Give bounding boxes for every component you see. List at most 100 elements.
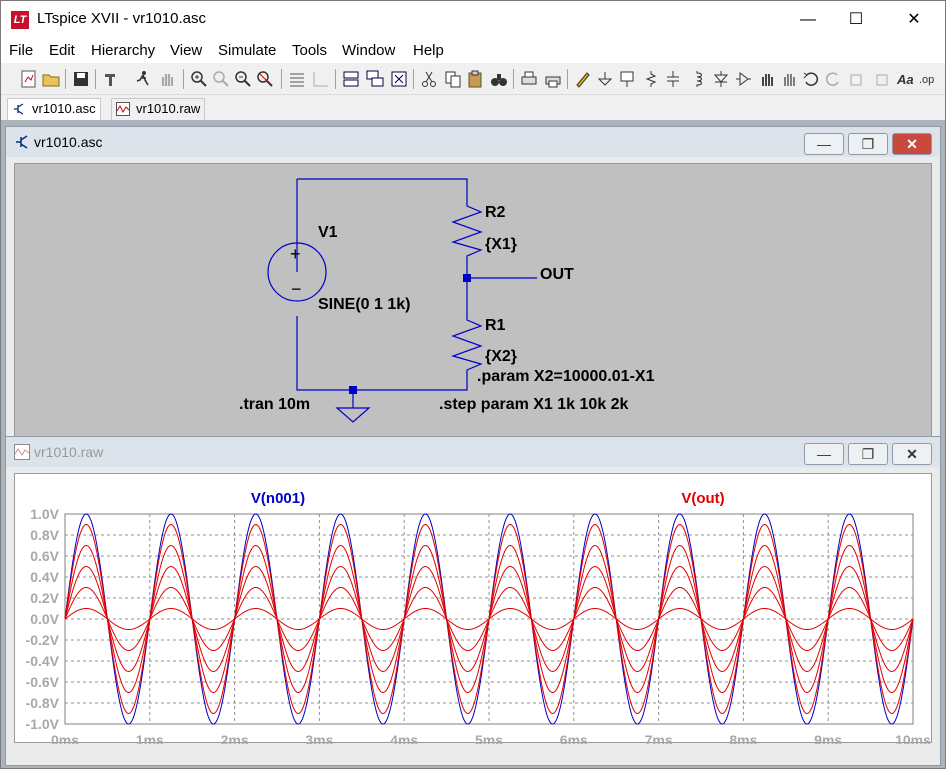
y-tick-label: -0.2V bbox=[26, 632, 60, 648]
autorange-icon[interactable] bbox=[287, 69, 307, 89]
waveform-plot[interactable]: 1.0V 0.8V 0.6V 0.4V 0.2V 0.0V -0.2V -0.4V -0.6V -… bbox=[14, 473, 932, 748]
child-minimize-button[interactable]: — bbox=[804, 133, 844, 155]
minimize-button[interactable]: — bbox=[785, 1, 831, 39]
trace-label-vin: V(n001) bbox=[251, 490, 305, 507]
step-directive[interactable]: .step param X1 1k 10k 2k bbox=[439, 396, 628, 414]
svg-text:.op: .op bbox=[919, 74, 934, 86]
schematic-icon bbox=[16, 135, 28, 149]
toolbar: Aa .op bbox=[1, 63, 945, 95]
rotate-icon[interactable] bbox=[847, 69, 867, 89]
junction-dot bbox=[463, 274, 471, 282]
menu-simulate[interactable]: Simulate bbox=[218, 42, 276, 59]
draw-wire-pencil-icon[interactable] bbox=[573, 69, 593, 89]
redo-icon[interactable] bbox=[823, 69, 843, 89]
text-icon[interactable]: Aa bbox=[895, 69, 915, 89]
child-restore-button[interactable]: ❐ bbox=[848, 443, 888, 465]
close-all-icon[interactable] bbox=[389, 69, 409, 89]
menu-window[interactable]: Window bbox=[342, 42, 395, 59]
r1-value[interactable]: {X2} bbox=[485, 348, 517, 366]
x-tick-label: 10ms bbox=[895, 732, 931, 744]
new-schematic-icon[interactable] bbox=[19, 69, 39, 89]
schematic-canvas[interactable]: + − V1 SINE(0 1 1k) R2 {X1} OUT R1 {X2} … bbox=[14, 163, 932, 441]
child-minimize-button[interactable]: — bbox=[804, 443, 844, 465]
schematic-titlebar: vr1010.asc — ❐ ✕ bbox=[6, 127, 940, 157]
v1-value[interactable]: SINE(0 1 1k) bbox=[318, 296, 410, 314]
toolbar-separator bbox=[65, 69, 66, 89]
label-net-icon[interactable] bbox=[617, 69, 637, 89]
capacitor-icon[interactable] bbox=[663, 69, 683, 89]
toolbar-separator bbox=[413, 69, 414, 89]
resistor-icon[interactable] bbox=[641, 69, 661, 89]
tab-waveform[interactable]: vr1010.raw bbox=[111, 98, 206, 120]
mirror-icon[interactable] bbox=[871, 69, 891, 89]
param-directive[interactable]: .param X2=10000.01-X1 bbox=[477, 368, 654, 386]
out-net-label[interactable]: OUT bbox=[540, 266, 574, 284]
save-icon[interactable] bbox=[71, 69, 91, 89]
ground-symbol[interactable] bbox=[335, 407, 371, 423]
open-folder-icon[interactable] bbox=[41, 69, 61, 89]
paste-icon[interactable] bbox=[465, 69, 485, 89]
move-hand-icon[interactable] bbox=[757, 69, 777, 89]
x-tick-label: 3ms bbox=[305, 732, 333, 744]
inductor-icon[interactable] bbox=[687, 69, 707, 89]
x-tick-label: 8ms bbox=[729, 732, 757, 744]
menu-edit[interactable]: Edit bbox=[49, 42, 75, 59]
x-tick-label: 0ms bbox=[51, 732, 79, 744]
toolbar-separator bbox=[183, 69, 184, 89]
zoom-fit-icon[interactable] bbox=[255, 69, 275, 89]
control-panel-hammer-icon[interactable] bbox=[101, 69, 121, 89]
menu-view[interactable]: View bbox=[170, 42, 202, 59]
x-tick-label: 4ms bbox=[390, 732, 418, 744]
svg-text:+: + bbox=[290, 244, 301, 264]
run-simulation-icon[interactable] bbox=[133, 69, 153, 89]
wire bbox=[297, 178, 468, 194]
wire bbox=[296, 316, 468, 391]
r2-value[interactable]: {X1} bbox=[485, 236, 517, 254]
halt-hand-icon[interactable] bbox=[157, 69, 177, 89]
zoom-out-icon[interactable] bbox=[233, 69, 253, 89]
child-close-button[interactable]: ✕ bbox=[892, 133, 932, 155]
y-tick-label: 1.0V bbox=[30, 506, 59, 522]
y-tick-label: -0.8V bbox=[26, 695, 60, 711]
schematic-icon bbox=[14, 103, 24, 115]
component-icon[interactable] bbox=[733, 69, 753, 89]
find-binoculars-icon[interactable] bbox=[489, 69, 509, 89]
tab-schematic[interactable]: vr1010.asc bbox=[7, 98, 101, 120]
tab-bar: vr1010.asc vr1010.raw bbox=[1, 96, 945, 120]
tab-label: vr1010.asc bbox=[32, 101, 96, 116]
cascade-icon[interactable] bbox=[365, 69, 385, 89]
menu-file[interactable]: File bbox=[9, 42, 33, 59]
ltspice-logo-icon: LT bbox=[11, 11, 29, 29]
menu-hierarchy[interactable]: Hierarchy bbox=[91, 42, 155, 59]
child-restore-button[interactable]: ❐ bbox=[848, 133, 888, 155]
y-tick-label: 0.2V bbox=[30, 590, 59, 606]
child-close-button[interactable]: ✕ bbox=[892, 443, 932, 465]
ground-icon[interactable] bbox=[595, 69, 615, 89]
resistor-r2-symbol[interactable] bbox=[451, 194, 483, 258]
close-button[interactable]: ✕ bbox=[891, 1, 937, 39]
tran-directive[interactable]: .tran 10m bbox=[239, 396, 310, 414]
diode-icon[interactable] bbox=[711, 69, 731, 89]
window-title: LTspice XVII - vr1010.asc bbox=[37, 10, 206, 27]
y-tick-label: -1.0V bbox=[26, 716, 60, 732]
toolbar-separator bbox=[335, 69, 336, 89]
toolbar-separator bbox=[281, 69, 282, 89]
zoom-in-icon[interactable] bbox=[189, 69, 209, 89]
resistor-r1-symbol[interactable] bbox=[451, 314, 483, 372]
print-icon[interactable] bbox=[543, 69, 563, 89]
cut-icon[interactable] bbox=[419, 69, 439, 89]
menu-help[interactable]: Help bbox=[413, 42, 444, 59]
mdi-workspace: vr1010.asc — ❐ ✕ + − V1 SINE(0 1 1k) R2 … bbox=[1, 120, 945, 768]
copy-icon[interactable] bbox=[443, 69, 463, 89]
maximize-button[interactable]: ☐ bbox=[833, 1, 879, 39]
grid-icon[interactable] bbox=[311, 69, 331, 89]
waveform-window: vr1010.raw — ❐ ✕ 1.0V 0.8V 0.6V 0.4V 0.2V 0.0… bbox=[5, 436, 941, 766]
y-tick-label: 0.6V bbox=[30, 548, 59, 564]
spice-directive-icon[interactable]: .op bbox=[917, 69, 937, 89]
drag-hand-icon[interactable] bbox=[779, 69, 799, 89]
menu-tools[interactable]: Tools bbox=[292, 42, 327, 59]
pan-icon[interactable] bbox=[211, 69, 231, 89]
print-preview-icon[interactable] bbox=[519, 69, 539, 89]
tile-horizontal-icon[interactable] bbox=[341, 69, 361, 89]
undo-icon[interactable] bbox=[801, 69, 821, 89]
